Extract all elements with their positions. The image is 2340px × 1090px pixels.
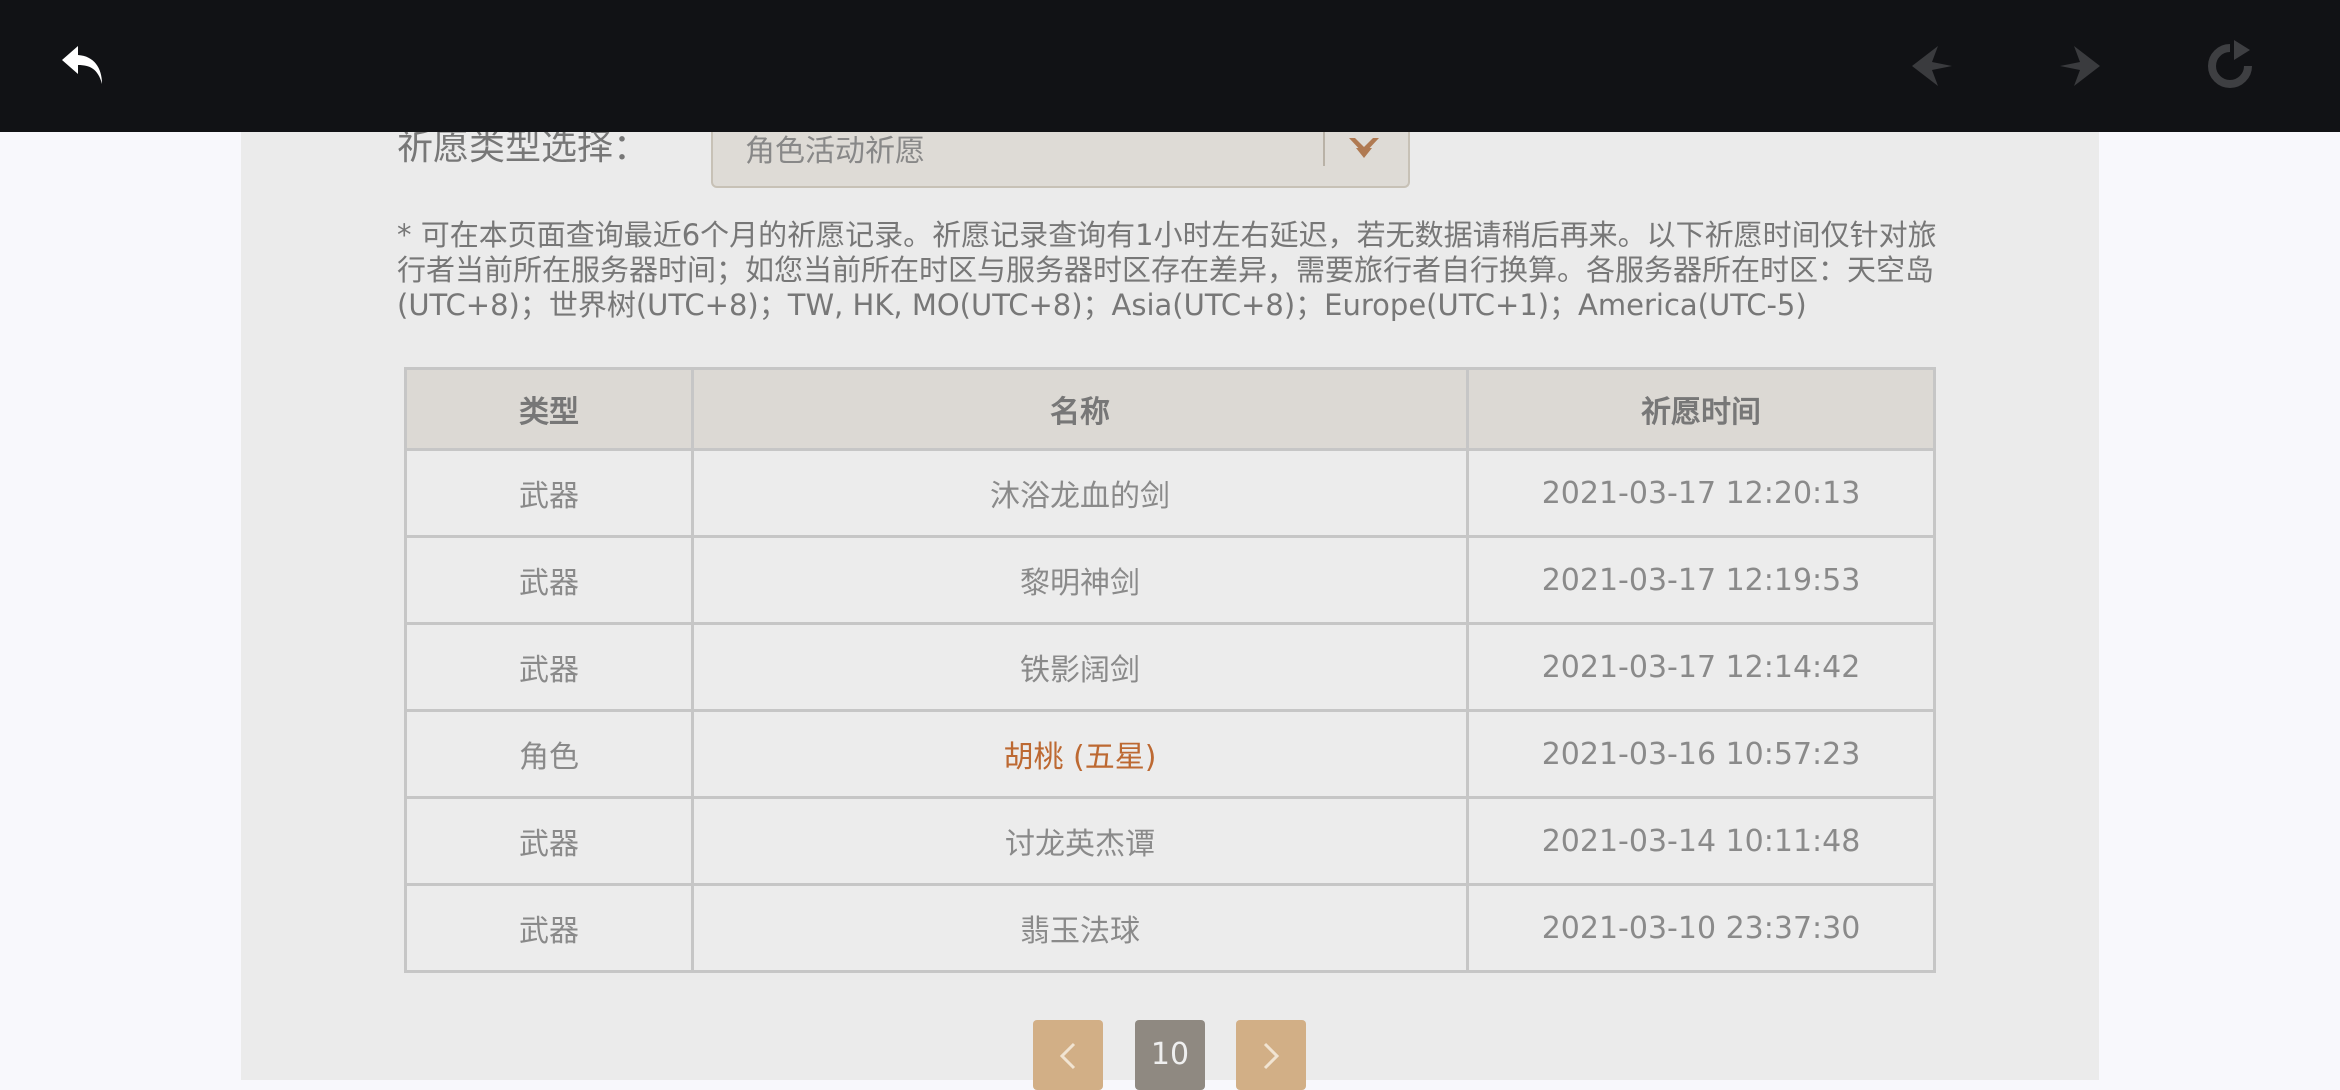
row-type: 武器 bbox=[404, 622, 694, 712]
toolbar bbox=[0, 0, 2340, 132]
row-time: 2021-03-10 23:37:30 bbox=[1466, 883, 1936, 973]
table-row: 武器 沐浴龙血的剑 2021-03-17 12:20:13 bbox=[404, 448, 1936, 538]
table-header-row: 类型 名称 祈愿时间 bbox=[404, 367, 1936, 451]
refresh-button[interactable] bbox=[2200, 36, 2260, 96]
back-arrow-icon bbox=[62, 46, 102, 84]
table-row: 角色 胡桃 (五星) 2021-03-16 10:57:23 bbox=[404, 709, 1936, 799]
nav-forward-icon bbox=[2060, 46, 2100, 86]
wish-type-selected-value: 角色活动祈愿 bbox=[745, 134, 925, 169]
chevron-right-icon bbox=[1263, 1042, 1280, 1070]
table-row: 武器 翡玉法球 2021-03-10 23:37:30 bbox=[404, 883, 1936, 973]
table-row: 武器 黎明神剑 2021-03-17 12:19:53 bbox=[404, 535, 1936, 625]
row-time: 2021-03-14 10:11:48 bbox=[1466, 796, 1936, 886]
row-time: 2021-03-17 12:20:13 bbox=[1466, 448, 1936, 538]
query-notice: * 可在本页面查询最近6个月的祈愿记录。祈愿记录查询有1小时左右延迟，若无数据请… bbox=[397, 218, 1937, 322]
row-type: 武器 bbox=[404, 883, 694, 973]
select-divider bbox=[1323, 132, 1325, 166]
row-type: 武器 bbox=[404, 796, 694, 886]
header-time: 祈愿时间 bbox=[1466, 367, 1936, 451]
row-time: 2021-03-16 10:57:23 bbox=[1466, 709, 1936, 799]
refresh-icon bbox=[2208, 40, 2252, 88]
nav-forward-button[interactable] bbox=[2050, 36, 2110, 96]
back-button[interactable] bbox=[54, 36, 114, 96]
header-name: 名称 bbox=[691, 367, 1469, 451]
chevron-down-icon bbox=[1347, 134, 1381, 166]
row-time: 2021-03-17 12:14:42 bbox=[1466, 622, 1936, 712]
nav-back-icon bbox=[1912, 46, 1952, 86]
row-time: 2021-03-17 12:19:53 bbox=[1466, 535, 1936, 625]
row-name-five-star: 胡桃 (五星) bbox=[691, 709, 1469, 799]
row-type: 武器 bbox=[404, 535, 694, 625]
row-name: 讨龙英杰谭 bbox=[691, 796, 1469, 886]
row-type: 武器 bbox=[404, 448, 694, 538]
nav-back-button[interactable] bbox=[1902, 36, 1962, 96]
chevron-left-icon bbox=[1059, 1042, 1076, 1070]
row-type: 角色 bbox=[404, 709, 694, 799]
header-type: 类型 bbox=[404, 367, 694, 451]
row-name: 黎明神剑 bbox=[691, 535, 1469, 625]
table-row: 武器 讨龙英杰谭 2021-03-14 10:11:48 bbox=[404, 796, 1936, 886]
wish-history-table: 类型 名称 祈愿时间 武器 沐浴龙血的剑 2021-03-17 12:20:13… bbox=[404, 367, 1936, 973]
table-row: 武器 铁影阔剑 2021-03-17 12:14:42 bbox=[404, 622, 1936, 712]
row-name: 铁影阔剑 bbox=[691, 622, 1469, 712]
row-name: 沐浴龙血的剑 bbox=[691, 448, 1469, 538]
row-name: 翡玉法球 bbox=[691, 883, 1469, 973]
